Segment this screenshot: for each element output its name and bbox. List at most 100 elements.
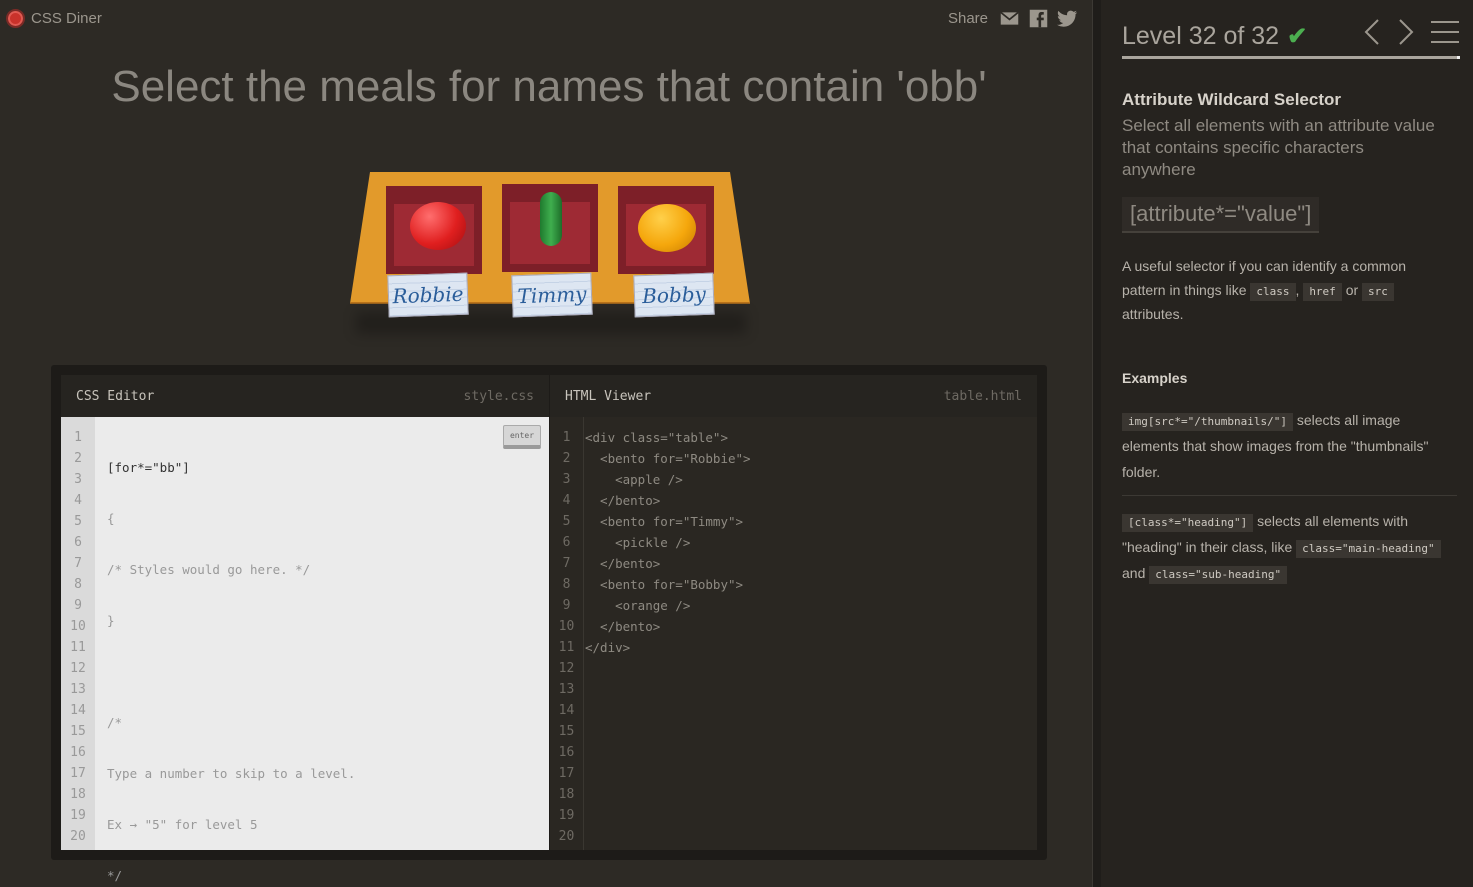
html-line: <orange /> [585,598,691,613]
bento-bobby[interactable] [618,186,714,274]
line-number: 6 [562,535,571,550]
level-header: Level 32 of 32 ✔ [1122,16,1459,56]
line-number: 1 [562,430,571,445]
chevron-right-icon[interactable] [1397,18,1415,46]
selector-hint: A useful selector if you can identify a … [1122,254,1447,326]
css-selector-input[interactable]: [for*="bb"] [107,457,539,478]
example-item: [class*="heading"] selects all elements … [1122,508,1457,586]
twitter-icon[interactable] [1057,8,1078,29]
line-number: 11 [558,640,575,655]
line-number: 16 [70,745,86,760]
css-line: /* [107,715,123,730]
share-bar: Share [948,8,1078,29]
line-number: 17 [558,766,575,781]
line-number: 8 [562,577,571,592]
css-line: Type a number to skip to a level. [107,766,356,781]
css-line: { [107,511,115,526]
pickle[interactable] [540,192,562,246]
check-icon: ✔ [1287,22,1308,50]
line-number: 4 [562,493,571,508]
hint-tag-class: class [1250,283,1296,301]
line-number: 5 [562,514,571,529]
line-number: 12 [558,661,575,676]
line-number: 2 [74,451,82,466]
level-indicator[interactable]: Level 32 of 32 [1122,22,1279,51]
facebook-icon[interactable] [1028,8,1049,29]
enter-button[interactable]: enter [503,425,541,449]
html-viewer-title: HTML Viewer [565,388,652,404]
game-area: CSS Diner Share Select the meals for nam… [0,0,1092,887]
line-number: 18 [70,787,86,802]
css-editor-body: 1 2 3 4 5 6 7 8 9 10 11 12 13 14 15 16 17 18 19 20 [for*="b… [61,417,549,883]
apple[interactable] [410,202,466,250]
css-editor-header: CSS Editor style.css [61,375,549,417]
bento-table: Robbie Timmy Bobby [350,172,750,334]
name-card-timmy: Timmy [511,272,593,318]
orange[interactable] [638,204,696,252]
chevron-left-icon[interactable] [1363,18,1381,46]
sidebar: Level 32 of 32 ✔ Attribute Wildcard Sele… [1101,0,1473,887]
hint-separator: , [1295,282,1304,298]
examples-title: Examples [1122,370,1188,386]
line-number: 3 [562,472,571,487]
html-line: </div> [585,640,631,655]
email-icon[interactable] [999,8,1020,29]
line-number: 9 [562,598,571,613]
html-line: </bento> [585,493,661,508]
line-number: 15 [70,724,86,739]
line-number: 10 [70,619,86,634]
line-number: 13 [70,682,86,697]
line-number: 8 [74,577,82,592]
html-viewer-header: HTML Viewer table.html [550,375,1037,417]
html-line: <bento for="Bobby"> [585,577,744,592]
line-number: 14 [70,703,86,718]
css-line-numbers: 1 2 3 4 5 6 7 8 9 10 11 12 13 14 15 16 17 18 19 20 [61,417,95,850]
html-line: </bento> [585,619,661,634]
css-code: [for*="bb"] { /* Styles would go here. *… [107,427,539,887]
css-line: Ex → "5" for level 5 [107,817,258,832]
line-number: 13 [558,682,575,697]
html-viewer-filename: table.html [943,388,1022,404]
html-line-numbers: 1 2 3 4 5 6 7 8 9 10 11 12 13 14 15 16 17 18 19 20 [550,417,584,850]
css-editor: CSS Editor style.css 1 2 3 4 5 6 7 8 9 10 11 12 13 14… [61,375,549,883]
app-name: CSS Diner [31,10,102,27]
html-line: <bento for="Robbie"> [585,451,751,466]
name-card-bobby: Bobby [633,272,715,318]
line-number: 17 [70,766,86,781]
bento-timmy[interactable] [502,184,598,272]
hint-separator: or [1341,282,1363,298]
css-line: } [107,613,115,628]
share-label: Share [947,10,988,27]
html-code: <div class="table"> <bento for="Robbie">… [585,427,1027,658]
html-line: <pickle /> [585,535,691,550]
line-number: 15 [558,724,575,739]
line-number: 10 [558,619,575,634]
line-number: 16 [558,745,575,760]
line-number: 19 [558,808,575,823]
logo[interactable]: CSS Diner [6,9,102,28]
html-line: <bento for="Timmy"> [585,514,744,529]
example-code: img[src*="/thumbnails/"] [1122,413,1293,431]
line-number: 18 [558,787,575,802]
css-editor-title: CSS Editor [76,388,155,404]
bento-robbie[interactable] [386,186,482,274]
html-line: <apple /> [585,472,683,487]
level-nav [1363,16,1459,48]
html-line: </bento> [585,556,661,571]
name-card-robbie: Robbie [387,272,469,318]
example-item: img[src*="/thumbnails/"] selects all ima… [1122,407,1457,496]
selector-syntax: [attribute*="value"] [1122,197,1320,233]
hint-tag-src: src [1362,283,1394,301]
line-number: 20 [558,829,575,844]
panel-divider[interactable] [1092,0,1101,887]
line-number: 19 [70,808,86,823]
editor-container: CSS Editor style.css 1 2 3 4 5 6 7 8 9 10 11 12 13 14… [51,365,1047,883]
css-editor-filename: style.css [463,388,534,404]
example-and: and [1122,565,1150,581]
css-line: /* Styles would go here. */ [107,562,311,577]
line-number: 9 [74,598,82,613]
menu-icon[interactable] [1431,19,1459,45]
html-viewer: HTML Viewer table.html 1 2 3 4 5 6 7 8 9 10 11 12 13… [550,375,1037,850]
css-line [107,661,539,682]
line-number: 2 [562,451,571,466]
